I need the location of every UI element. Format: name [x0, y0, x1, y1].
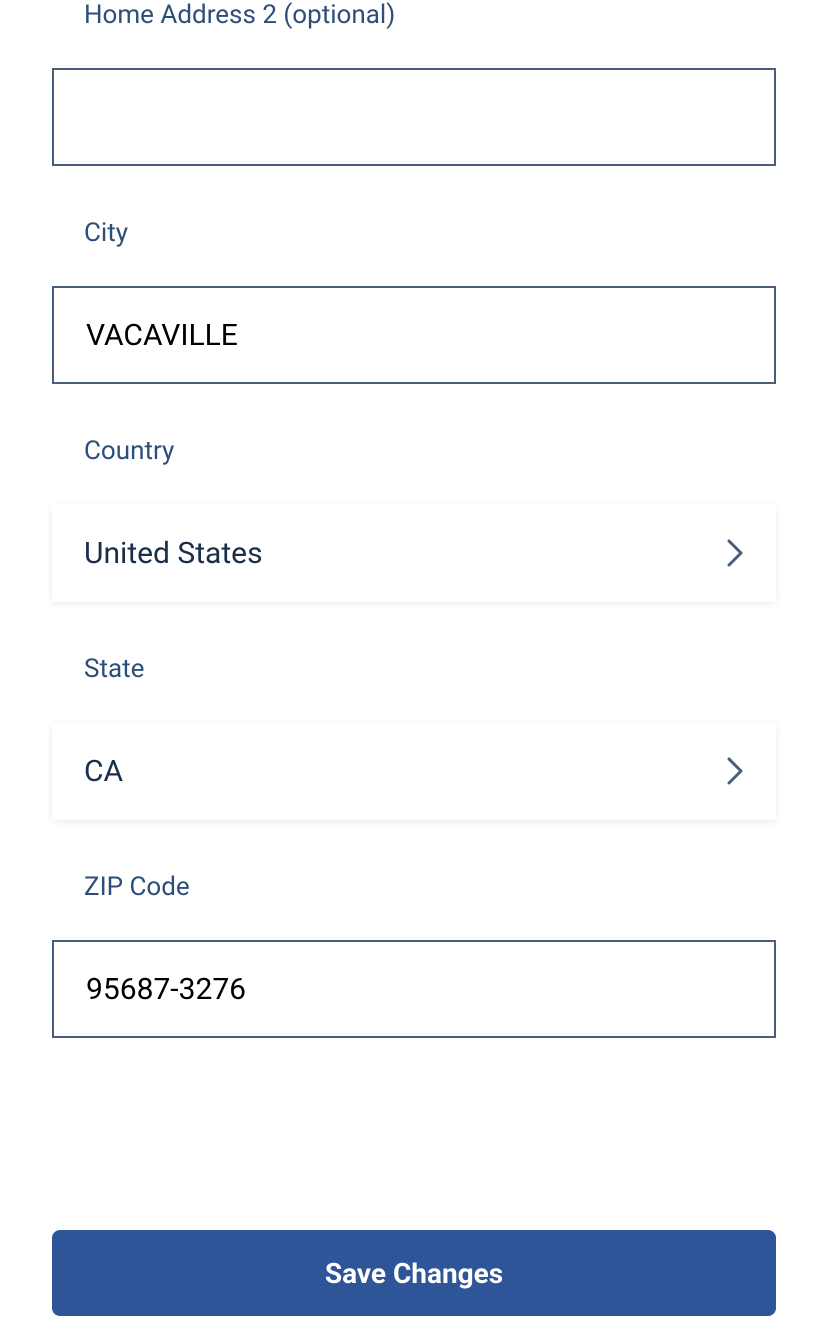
chevron-right-icon [726, 538, 744, 568]
city-label: City [52, 218, 776, 248]
state-select[interactable]: CA [52, 722, 776, 820]
zip-code-input[interactable] [52, 940, 776, 1038]
city-group: City [52, 218, 776, 384]
state-group: State CA [52, 654, 776, 820]
country-value: United States [84, 536, 263, 571]
country-label: Country [52, 436, 776, 466]
country-group: Country United States [52, 436, 776, 602]
home-address-2-label: Home Address 2 (optional) [52, 0, 776, 30]
state-value: CA [84, 754, 123, 789]
country-select[interactable]: United States [52, 504, 776, 602]
state-label: State [52, 654, 776, 684]
zip-code-label: ZIP Code [52, 872, 776, 902]
home-address-2-input[interactable] [52, 68, 776, 166]
zip-code-group: ZIP Code [52, 872, 776, 1038]
city-input[interactable] [52, 286, 776, 384]
home-address-2-group: Home Address 2 (optional) [52, 0, 776, 166]
chevron-right-icon [726, 756, 744, 786]
save-changes-button[interactable]: Save Changes [52, 1230, 776, 1316]
spacer [52, 1090, 776, 1230]
